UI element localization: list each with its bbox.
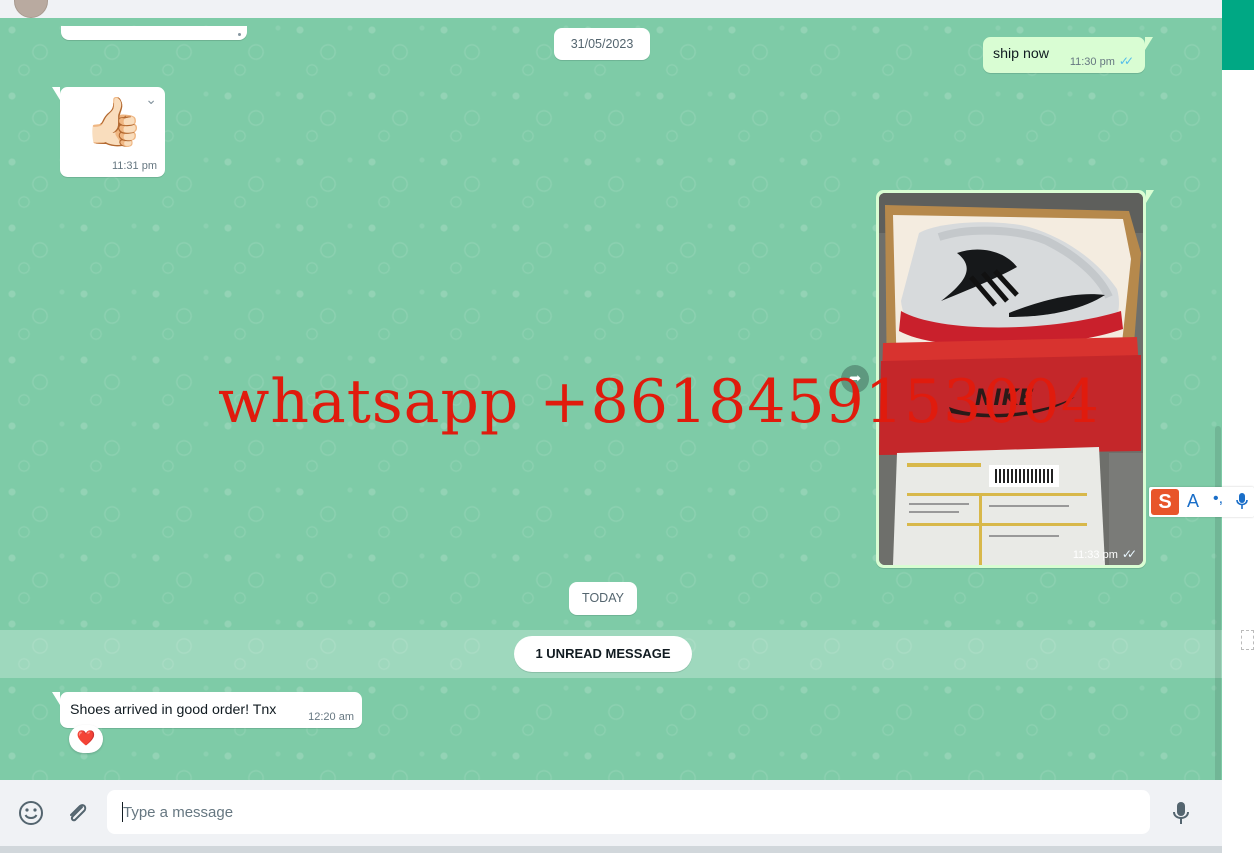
watermark-overlay: whatsapp +8618459153004 bbox=[218, 367, 1100, 437]
emoji-icon[interactable] bbox=[16, 798, 46, 828]
thumbs-up-emoji: 👍🏻 bbox=[84, 96, 144, 149]
composer-bar bbox=[0, 780, 1222, 846]
read-ticks-icon: ✓✓ bbox=[1121, 547, 1137, 561]
unread-messages-badge: 1 UNREAD MESSAGE bbox=[514, 636, 692, 672]
ime-punctuation-icon[interactable]: •, bbox=[1213, 490, 1223, 508]
message-bubble-out[interactable]: ship now 11:30 pm ✓✓ bbox=[983, 37, 1153, 73]
mic-icon[interactable] bbox=[1166, 798, 1196, 828]
ime-toolbar[interactable]: S A •, bbox=[1149, 487, 1254, 517]
chat-scrollbar[interactable] bbox=[1215, 426, 1221, 780]
window-bottom-edge bbox=[0, 846, 1222, 853]
chevron-down-icon[interactable]: ⌄ bbox=[145, 91, 157, 108]
message-bubble-in[interactable]: 👍🏻 ⌄ 11:31 pm bbox=[52, 87, 165, 177]
rail-accent bbox=[1222, 0, 1254, 70]
heart-reaction[interactable]: ❤️ bbox=[69, 725, 103, 753]
message-time: 11:33 pm bbox=[1072, 549, 1118, 561]
right-rail bbox=[1222, 0, 1254, 853]
today-separator: TODAY bbox=[569, 582, 637, 615]
avatar[interactable] bbox=[14, 0, 48, 18]
partial-message-bubble[interactable] bbox=[61, 26, 247, 40]
message-text: ship now bbox=[993, 46, 1049, 62]
chat-top-strip bbox=[0, 0, 1222, 19]
message-time: 12:20 am bbox=[308, 711, 354, 723]
message-time: 11:31 pm bbox=[111, 160, 157, 172]
read-ticks-icon: ✓✓ bbox=[1118, 54, 1134, 68]
message-input[interactable] bbox=[107, 790, 1150, 834]
message-meta: 11:30 pm ✓✓ bbox=[1069, 54, 1134, 68]
message-time: 11:30 pm bbox=[1069, 56, 1115, 68]
paperclip-icon[interactable] bbox=[62, 798, 92, 828]
message-meta: 11:33 pm ✓✓ bbox=[1072, 547, 1137, 561]
message-text: Shoes arrived in good order! Tnx bbox=[70, 702, 277, 718]
ime-logo-icon[interactable]: S bbox=[1151, 489, 1179, 515]
message-bubble-in[interactable]: Shoes arrived in good order! Tnx 12:20 a… bbox=[52, 692, 362, 728]
edge-handle[interactable] bbox=[1241, 630, 1254, 650]
ime-mic-icon[interactable] bbox=[1235, 492, 1249, 510]
date-separator: 31/05/2023 bbox=[554, 28, 650, 60]
text-caret bbox=[122, 802, 123, 822]
ime-language-toggle[interactable]: A bbox=[1187, 491, 1199, 512]
